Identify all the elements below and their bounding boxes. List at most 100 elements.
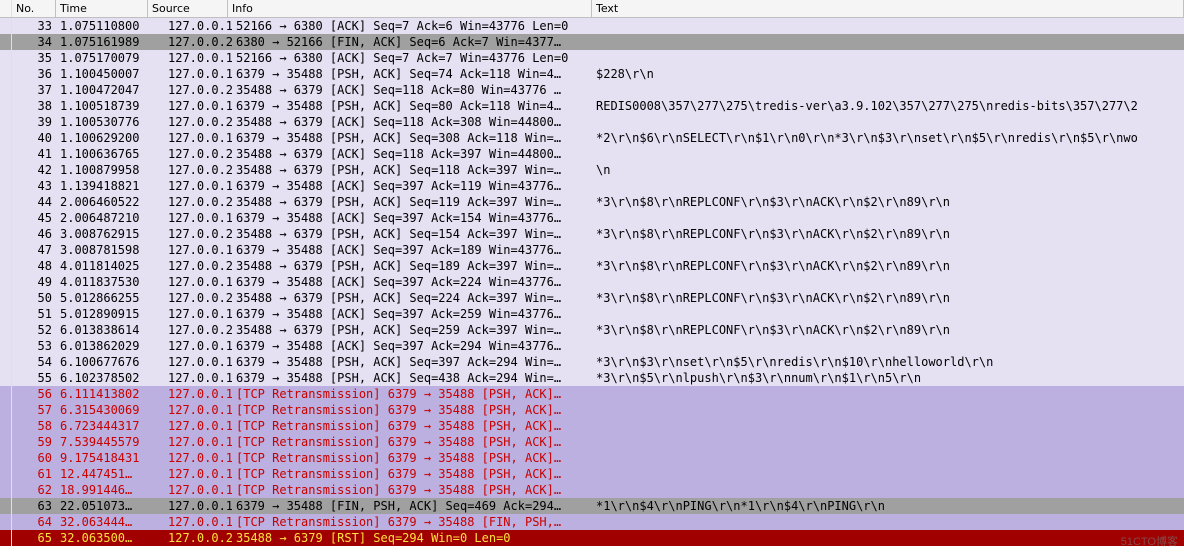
packet-src: 127.0.0.2 — [164, 258, 232, 274]
packet-time: 32.063500… — [56, 530, 164, 546]
packet-row[interactable]: 371.100472047127.0.0.235488 → 6379 [ACK]… — [0, 82, 1184, 98]
packet-src: 127.0.0.2 — [164, 226, 232, 242]
packet-row[interactable]: 6112.447451…127.0.0.1[TCP Retransmission… — [0, 466, 1184, 482]
packet-row[interactable]: 556.102378502127.0.0.16379 → 35488 [PSH,… — [0, 370, 1184, 386]
packet-row[interactable]: 6432.063444…127.0.0.1[TCP Retransmission… — [0, 514, 1184, 530]
packet-row[interactable]: 442.006460522127.0.0.235488 → 6379 [PSH,… — [0, 194, 1184, 210]
packet-no: 35 — [12, 50, 56, 66]
packet-src: 127.0.0.1 — [164, 386, 232, 402]
tree-gutter — [0, 530, 12, 546]
packet-row[interactable]: 494.011837530127.0.0.16379 → 35488 [ACK]… — [0, 274, 1184, 290]
packet-row[interactable]: 536.013862029127.0.0.16379 → 35488 [ACK]… — [0, 338, 1184, 354]
tree-gutter — [0, 402, 12, 418]
packet-info: 6379 → 35488 [ACK] Seq=397 Ack=294 Win=4… — [232, 338, 592, 354]
packet-info: 6379 → 35488 [ACK] Seq=397 Ack=154 Win=4… — [232, 210, 592, 226]
packet-info: [TCP Retransmission] 6379 → 35488 [PSH, … — [232, 402, 592, 418]
packet-text — [592, 450, 1184, 466]
packet-row[interactable]: 431.139418821127.0.0.16379 → 35488 [ACK]… — [0, 178, 1184, 194]
packet-info: 35488 → 6379 [ACK] Seq=118 Ack=80 Win=43… — [232, 82, 592, 98]
tree-gutter — [0, 194, 12, 210]
packet-text — [592, 482, 1184, 498]
packet-info: 6379 → 35488 [PSH, ACK] Seq=397 Ack=294 … — [232, 354, 592, 370]
packet-row[interactable]: 381.100518739127.0.0.16379 → 35488 [PSH,… — [0, 98, 1184, 114]
packet-no: 49 — [12, 274, 56, 290]
packet-row[interactable]: 361.100450007127.0.0.16379 → 35488 [PSH,… — [0, 66, 1184, 82]
packet-row[interactable]: 6532.063500…127.0.0.235488 → 6379 [RST] … — [0, 530, 1184, 546]
packet-no: 40 — [12, 130, 56, 146]
packet-row[interactable]: 586.723444317127.0.0.1[TCP Retransmissio… — [0, 418, 1184, 434]
packet-time: 6.315430069 — [56, 402, 164, 418]
packet-info: 6379 → 35488 [ACK] Seq=397 Ack=189 Win=4… — [232, 242, 592, 258]
packet-no: 36 — [12, 66, 56, 82]
packet-row[interactable]: 391.100530776127.0.0.235488 → 6379 [ACK]… — [0, 114, 1184, 130]
packet-row[interactable]: 576.315430069127.0.0.1[TCP Retransmissio… — [0, 402, 1184, 418]
packet-text — [592, 274, 1184, 290]
packet-src: 127.0.0.1 — [164, 482, 232, 498]
packet-row[interactable]: 6218.991446…127.0.0.1[TCP Retransmission… — [0, 482, 1184, 498]
packet-row[interactable]: 597.539445579127.0.0.1[TCP Retransmissio… — [0, 434, 1184, 450]
packet-info: 35488 → 6379 [RST] Seq=294 Win=0 Len=0 — [232, 530, 592, 546]
packet-info: 6379 → 35488 [ACK] Seq=397 Ack=119 Win=4… — [232, 178, 592, 194]
packet-row[interactable]: 546.100677676127.0.0.16379 → 35488 [PSH,… — [0, 354, 1184, 370]
packet-text — [592, 338, 1184, 354]
packet-no: 45 — [12, 210, 56, 226]
packet-time: 9.175418431 — [56, 450, 164, 466]
packet-no: 65 — [12, 530, 56, 546]
packet-text: \n — [592, 162, 1184, 178]
col-header-text[interactable]: Text — [592, 0, 1184, 17]
packet-info: 6379 → 35488 [FIN, PSH, ACK] Seq=469 Ack… — [232, 498, 592, 514]
packet-text: *3\r\n$8\r\nREPLCONF\r\n$3\r\nACK\r\n$2\… — [592, 258, 1184, 274]
packet-info: 6379 → 35488 [PSH, ACK] Seq=80 Ack=118 W… — [232, 98, 592, 114]
packet-info: 6379 → 35488 [PSH, ACK] Seq=74 Ack=118 W… — [232, 66, 592, 82]
col-header-time[interactable]: Time — [56, 0, 148, 17]
col-header-source[interactable]: Source — [148, 0, 228, 17]
packet-text — [592, 466, 1184, 482]
packet-src: 127.0.0.2 — [164, 162, 232, 178]
packet-text — [592, 418, 1184, 434]
packet-time: 7.539445579 — [56, 434, 164, 450]
packet-row[interactable]: 609.175418431127.0.0.1[TCP Retransmissio… — [0, 450, 1184, 466]
packet-text — [592, 18, 1184, 34]
packet-row[interactable]: 526.013838614127.0.0.235488 → 6379 [PSH,… — [0, 322, 1184, 338]
packet-row[interactable]: 484.011814025127.0.0.235488 → 6379 [PSH,… — [0, 258, 1184, 274]
col-header-no[interactable]: No. — [12, 0, 56, 17]
packet-src: 127.0.0.1 — [164, 370, 232, 386]
packet-row[interactable]: 341.075161989127.0.0.26380 → 52166 [FIN,… — [0, 34, 1184, 50]
packet-no: 44 — [12, 194, 56, 210]
packet-src: 127.0.0.1 — [164, 178, 232, 194]
packet-no: 46 — [12, 226, 56, 242]
col-header-info[interactable]: Info — [228, 0, 592, 17]
packet-row[interactable]: 331.075110800127.0.0.152166 → 6380 [ACK]… — [0, 18, 1184, 34]
packet-row[interactable]: 411.100636765127.0.0.235488 → 6379 [ACK]… — [0, 146, 1184, 162]
packet-time: 18.991446… — [56, 482, 164, 498]
packet-row[interactable]: 515.012890915127.0.0.16379 → 35488 [ACK]… — [0, 306, 1184, 322]
tree-gutter — [0, 34, 12, 50]
packet-row[interactable]: 463.008762915127.0.0.235488 → 6379 [PSH,… — [0, 226, 1184, 242]
packet-row[interactable]: 473.008781598127.0.0.16379 → 35488 [ACK]… — [0, 242, 1184, 258]
packet-row[interactable]: 6322.051073…127.0.0.16379 → 35488 [FIN, … — [0, 498, 1184, 514]
packet-text — [592, 146, 1184, 162]
packet-time: 12.447451… — [56, 466, 164, 482]
tree-gutter — [0, 290, 12, 306]
packet-time: 1.100530776 — [56, 114, 164, 130]
tree-gutter — [0, 162, 12, 178]
tree-gutter — [0, 274, 12, 290]
tree-gutter — [0, 386, 12, 402]
packet-list[interactable]: 331.075110800127.0.0.152166 → 6380 [ACK]… — [0, 18, 1184, 546]
packet-row[interactable]: 401.100629200127.0.0.16379 → 35488 [PSH,… — [0, 130, 1184, 146]
packet-row[interactable]: 566.111413802127.0.0.1[TCP Retransmissio… — [0, 386, 1184, 402]
packet-time: 5.012866255 — [56, 290, 164, 306]
packet-row[interactable]: 505.012866255127.0.0.235488 → 6379 [PSH,… — [0, 290, 1184, 306]
packet-row[interactable]: 351.075170079127.0.0.152166 → 6380 [ACK]… — [0, 50, 1184, 66]
packet-src: 127.0.0.1 — [164, 466, 232, 482]
packet-src: 127.0.0.2 — [164, 34, 232, 50]
packet-row[interactable]: 421.100879958127.0.0.235488 → 6379 [PSH,… — [0, 162, 1184, 178]
packet-info: 6380 → 52166 [FIN, ACK] Seq=6 Ack=7 Win=… — [232, 34, 592, 50]
packet-no: 42 — [12, 162, 56, 178]
packet-text: *3\r\n$5\r\nlpush\r\n$3\r\nnum\r\n$1\r\n… — [592, 370, 1184, 386]
packet-info: [TCP Retransmission] 6379 → 35488 [PSH, … — [232, 482, 592, 498]
packet-time: 4.011814025 — [56, 258, 164, 274]
packet-src: 127.0.0.1 — [164, 98, 232, 114]
packet-src: 127.0.0.2 — [164, 114, 232, 130]
packet-row[interactable]: 452.006487210127.0.0.16379 → 35488 [ACK]… — [0, 210, 1184, 226]
